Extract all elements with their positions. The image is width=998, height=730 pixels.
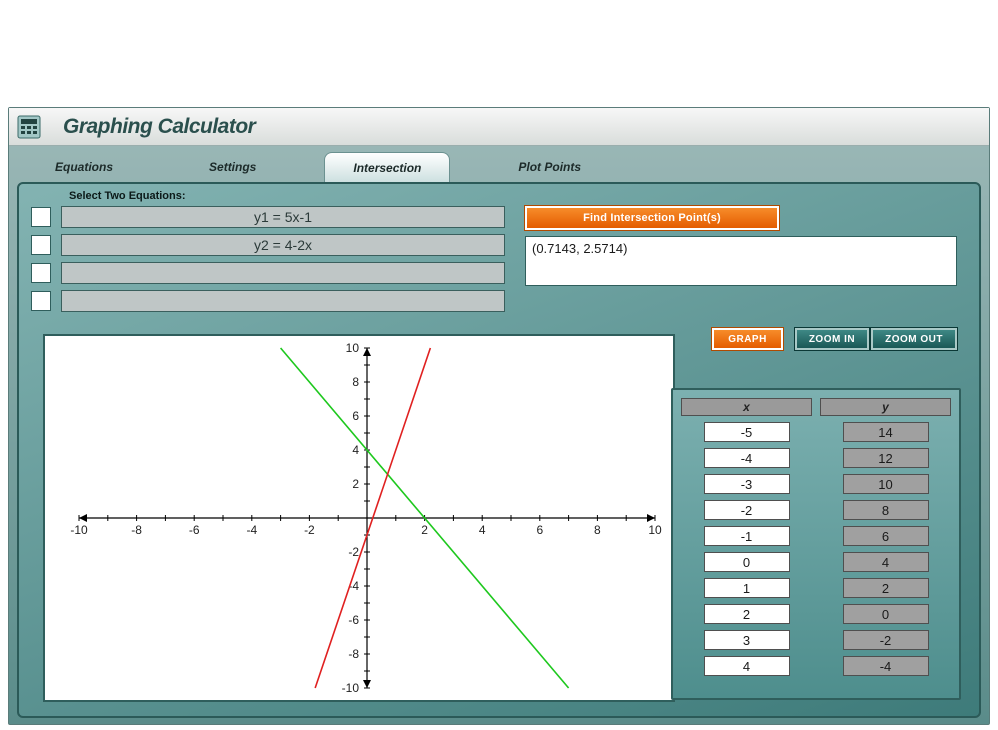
- zoom-in-button[interactable]: ZOOM IN: [795, 328, 869, 350]
- svg-text:-2: -2: [348, 545, 359, 559]
- svg-text:6: 6: [352, 409, 359, 423]
- svg-text:6: 6: [536, 523, 543, 537]
- svg-text:4: 4: [352, 443, 359, 457]
- svg-text:10: 10: [346, 341, 360, 355]
- svg-text:-2: -2: [304, 523, 315, 537]
- equation-field-2[interactable]: y2 = 4-2x: [61, 234, 505, 256]
- equation-field-4[interactable]: [61, 290, 505, 312]
- app-title: Graphing Calculator: [63, 115, 255, 139]
- tab-row: Equations Settings Intersection Plot Poi…: [9, 146, 989, 182]
- tab-settings[interactable]: Settings: [181, 152, 284, 182]
- select-equations-label: Select Two Equations:: [69, 190, 967, 202]
- x-cell[interactable]: -5: [704, 422, 790, 442]
- svg-text:-6: -6: [189, 523, 200, 537]
- tab-plot-points[interactable]: Plot Points: [490, 152, 609, 182]
- svg-text:-10: -10: [70, 523, 88, 537]
- app-window: Graphing Calculator Equations Settings I…: [8, 107, 990, 725]
- equation-block: y1 = 5x-1 y2 = 4-2x: [31, 206, 505, 318]
- x-header: x: [681, 398, 812, 416]
- y-cell: 0: [843, 604, 929, 624]
- equation-checkbox-2[interactable]: [31, 235, 51, 255]
- graph-button[interactable]: GRAPH: [712, 328, 783, 350]
- svg-text:4: 4: [479, 523, 486, 537]
- content-panel: Select Two Equations: y1 = 5x-1 y2 = 4-2…: [17, 182, 981, 718]
- graph-canvas[interactable]: -10-8-6-4-2246810-10-8-6-4-2246810: [43, 334, 675, 702]
- y-cell: 12: [843, 448, 929, 468]
- y-cell: 4: [843, 552, 929, 572]
- y-cell: 8: [843, 500, 929, 520]
- y-cell: 14: [843, 422, 929, 442]
- y-cell: 2: [843, 578, 929, 598]
- x-cell[interactable]: 0: [704, 552, 790, 572]
- svg-text:-10: -10: [342, 681, 360, 695]
- svg-text:8: 8: [594, 523, 601, 537]
- intersection-result: (0.7143, 2.5714): [525, 236, 957, 286]
- x-cell[interactable]: -2: [704, 500, 790, 520]
- xy-table: x -5-4-3-2-101234 y 14121086420-2-4: [671, 388, 961, 700]
- svg-text:10: 10: [648, 523, 662, 537]
- svg-text:2: 2: [421, 523, 428, 537]
- x-cell[interactable]: 2: [704, 604, 790, 624]
- x-cell[interactable]: 1: [704, 578, 790, 598]
- y-column: y 14 12 10 8 6 4 2 0 -2 -4: [820, 398, 951, 690]
- equation-field-1[interactable]: y1 = 5x-1: [61, 206, 505, 228]
- calculator-icon: [17, 115, 41, 139]
- x-cell[interactable]: 4: [704, 656, 790, 676]
- svg-text:2: 2: [352, 477, 359, 491]
- y-cell: -4: [843, 656, 929, 676]
- equation-checkbox-3[interactable]: [31, 263, 51, 283]
- y-cell: 10: [843, 474, 929, 494]
- x-cell[interactable]: -3: [704, 474, 790, 494]
- equation-checkbox-4[interactable]: [31, 291, 51, 311]
- tab-intersection[interactable]: Intersection: [324, 152, 450, 182]
- x-cell[interactable]: -4: [704, 448, 790, 468]
- x-cell[interactable]: 3: [704, 630, 790, 650]
- tab-equations[interactable]: Equations: [27, 152, 141, 182]
- equation-checkbox-1[interactable]: [31, 207, 51, 227]
- titlebar: Graphing Calculator: [9, 108, 989, 146]
- svg-text:-8: -8: [131, 523, 142, 537]
- x-cell[interactable]: -1: [704, 526, 790, 546]
- zoom-out-button[interactable]: ZOOM OUT: [871, 328, 957, 350]
- svg-text:-8: -8: [348, 647, 359, 661]
- top-row: y1 = 5x-1 y2 = 4-2x Find Intersection Po…: [31, 206, 967, 318]
- y-cell: 6: [843, 526, 929, 546]
- find-intersection-button[interactable]: Find Intersection Point(s): [525, 206, 779, 230]
- equation-field-3[interactable]: [61, 262, 505, 284]
- intersection-result-block: Find Intersection Point(s) (0.7143, 2.57…: [525, 206, 967, 318]
- svg-text:-4: -4: [246, 523, 257, 537]
- svg-text:-6: -6: [348, 613, 359, 627]
- graph-controls: GRAPH ZOOM IN ZOOM OUT: [712, 328, 957, 350]
- y-header: y: [820, 398, 951, 416]
- y-cell: -2: [843, 630, 929, 650]
- x-column: x -5 -4 -3 -2 -1 0 1 2 3 4: [681, 398, 812, 690]
- svg-text:8: 8: [352, 375, 359, 389]
